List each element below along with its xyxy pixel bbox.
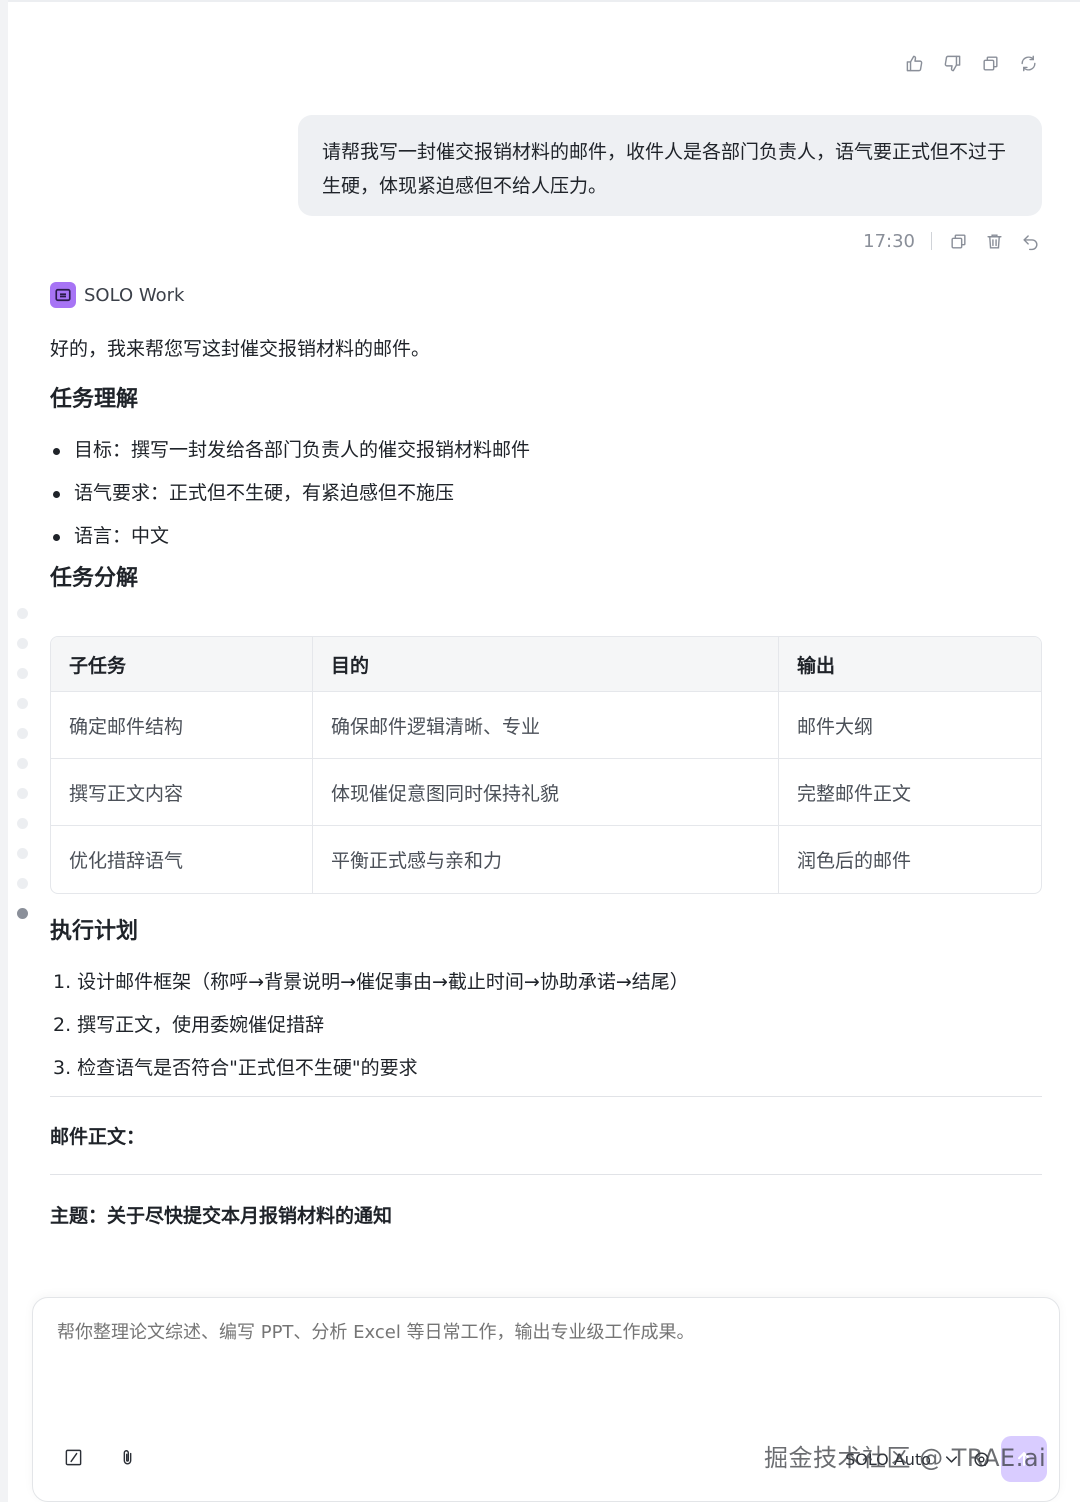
scroll-navigator[interactable] bbox=[17, 608, 29, 938]
thumbs-up-icon[interactable] bbox=[904, 52, 924, 74]
table-cell: 体现催促意图同时保持礼貌 bbox=[313, 759, 779, 826]
list-item: 2. 撰写正文，使用委婉催促措辞 bbox=[53, 1014, 325, 1036]
table-row: 确定邮件结构 确保邮件逻辑清晰、专业 邮件大纲 bbox=[51, 692, 1041, 759]
attachment-icon[interactable] bbox=[117, 1446, 137, 1468]
nav-dot[interactable] bbox=[17, 698, 28, 709]
list-item: 目标：撰写一封发给各部门负责人的催交报销材料邮件 bbox=[50, 435, 1042, 465]
agent-header: SOLO Work bbox=[50, 282, 184, 308]
delete-icon[interactable] bbox=[984, 230, 1004, 252]
refresh-icon[interactable] bbox=[1018, 52, 1038, 74]
user-message-meta: 17:30 bbox=[863, 230, 1040, 252]
agent-logo-icon bbox=[50, 282, 76, 308]
table-row: 优化措辞语气 平衡正式感与亲和力 润色后的邮件 bbox=[51, 826, 1041, 893]
table-cell: 完整邮件正文 bbox=[779, 759, 1041, 826]
divider bbox=[50, 1174, 1042, 1175]
top-divider bbox=[8, 0, 1080, 2]
list-item: 3. 检查语气是否符合"正式但不生硬"的要求 bbox=[53, 1057, 418, 1079]
composer-tools bbox=[63, 1446, 137, 1468]
table-cell: 撰写正文内容 bbox=[51, 759, 313, 826]
meta-separator bbox=[931, 232, 932, 250]
nav-dot[interactable] bbox=[17, 668, 28, 679]
message-time: 17:30 bbox=[863, 230, 915, 252]
understanding-list: 目标：撰写一封发给各部门负责人的催交报销材料邮件 语气要求：正式但不生硬，有紧迫… bbox=[50, 435, 1042, 551]
table-header-cell: 目的 bbox=[313, 637, 779, 692]
nav-dot[interactable] bbox=[17, 758, 28, 769]
email-body-label: 邮件正文： bbox=[50, 1126, 146, 1148]
undo-icon[interactable] bbox=[1020, 230, 1040, 252]
user-message-text: 请帮我写一封催交报销材料的邮件，收件人是各部门负责人，语气要正式但不过于生硬，体… bbox=[322, 141, 1007, 197]
nav-dot[interactable] bbox=[17, 728, 28, 739]
table-header-row: 子任务 目的 输出 bbox=[51, 637, 1041, 692]
user-message-bubble: 请帮我写一封催交报销材料的邮件，收件人是各部门负责人，语气要正式但不过于生硬，体… bbox=[298, 115, 1042, 216]
table-cell: 邮件大纲 bbox=[779, 692, 1041, 759]
table-cell: 确定邮件结构 bbox=[51, 692, 313, 759]
table-header-cell: 输出 bbox=[779, 637, 1041, 692]
left-rail bbox=[0, 0, 8, 1502]
table-cell: 润色后的邮件 bbox=[797, 850, 912, 872]
table-cell: 确保邮件逻辑清晰、专业 bbox=[313, 692, 779, 759]
list-item: 1. 设计邮件框架（称呼→背景说明→催促事由→截止时间→协助承诺→结尾） bbox=[53, 971, 689, 993]
watermark: 掘金技术社区 @ TRAE.ai bbox=[764, 1444, 1047, 1472]
agent-name: SOLO Work bbox=[84, 284, 185, 306]
nav-dot[interactable] bbox=[17, 818, 28, 829]
thumbs-down-icon[interactable] bbox=[942, 52, 962, 74]
nav-dot[interactable] bbox=[17, 848, 28, 859]
intro-text: 好的，我来帮您写这封催交报销材料的邮件。 bbox=[50, 338, 431, 360]
section-title-plan: 执行计划 bbox=[50, 919, 139, 944]
edit-icon[interactable] bbox=[63, 1446, 83, 1468]
nav-dot[interactable] bbox=[17, 638, 28, 649]
section-title-breakdown: 任务分解 bbox=[50, 566, 139, 591]
message-actions bbox=[904, 52, 1038, 74]
nav-dot[interactable] bbox=[17, 878, 28, 889]
email-subject: 主题：关于尽快提交本月报销材料的通知 bbox=[50, 1205, 393, 1227]
nav-dot[interactable] bbox=[17, 788, 28, 799]
nav-dot-active[interactable] bbox=[17, 908, 28, 919]
copy-icon[interactable] bbox=[948, 230, 968, 252]
agent-response: 好的，我来帮您写这封催交报销材料的邮件。 任务理解 目标：撰写一封发给各部门负责… bbox=[50, 334, 1042, 1231]
table-cell: 优化措辞语气 bbox=[51, 826, 313, 893]
chat-input[interactable] bbox=[57, 1322, 1017, 1343]
task-table: 子任务 目的 输出 确定邮件结构 确保邮件逻辑清晰、专业 邮件大纲 撰写正文内容… bbox=[50, 636, 1042, 894]
nav-dot[interactable] bbox=[17, 608, 28, 619]
list-item: 语言：中文 bbox=[50, 521, 1042, 551]
copy-icon[interactable] bbox=[980, 52, 1000, 74]
plan-list: 1. 设计邮件框架（称呼→背景说明→催促事由→截止时间→协助承诺→结尾） 2. … bbox=[50, 967, 1042, 1083]
table-header-cell: 子任务 bbox=[51, 637, 313, 692]
table-cell: 平衡正式感与亲和力 bbox=[313, 826, 779, 893]
list-item: 语气要求：正式但不生硬，有紧迫感但不施压 bbox=[50, 478, 1042, 508]
table-row: 撰写正文内容 体现催促意图同时保持礼貌 完整邮件正文 bbox=[51, 759, 1041, 826]
divider bbox=[50, 1096, 1042, 1097]
section-title-understanding: 任务理解 bbox=[50, 387, 139, 412]
